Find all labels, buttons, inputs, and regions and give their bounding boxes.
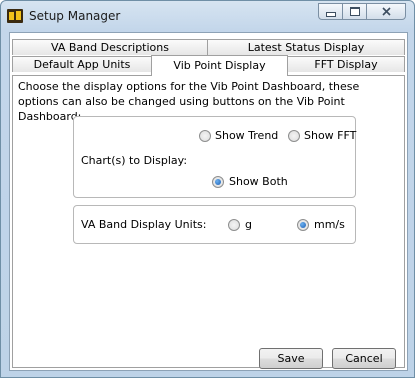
charts-to-display-label: Chart(s) to Display: — [81, 154, 188, 167]
show-fft-radio[interactable] — [288, 130, 300, 142]
units-mms-label[interactable]: mm/s — [314, 218, 345, 231]
units-mms-radio[interactable] — [297, 219, 309, 231]
show-trend-radio[interactable] — [199, 130, 211, 142]
window-title: Setup Manager — [29, 9, 121, 23]
minimize-icon — [325, 11, 336, 17]
cancel-button[interactable]: Cancel — [332, 348, 396, 369]
tab-latest-status-display[interactable]: Latest Status Display — [207, 39, 405, 55]
tab-fft-display[interactable]: FFT Display — [287, 56, 405, 72]
maximize-button[interactable] — [342, 3, 367, 20]
va-band-display-units-group: VA Band Display Units: g mm/s — [73, 205, 356, 244]
show-both-label[interactable]: Show Both — [229, 175, 288, 188]
va-band-display-units-label: VA Band Display Units: — [81, 218, 207, 231]
app-logo-icon — [7, 9, 23, 23]
dialog-client-area: VA Band Descriptions Latest Status Displ… — [9, 32, 408, 371]
maximize-icon — [349, 7, 360, 16]
charts-to-display-group: Show Trend Show FFT Chart(s) to Display:… — [73, 116, 356, 198]
close-button[interactable] — [366, 3, 406, 20]
tab-vib-point-display[interactable]: Vib Point Display — [151, 55, 288, 76]
units-g-radio[interactable] — [228, 219, 240, 231]
save-button[interactable]: Save — [259, 348, 323, 369]
minimize-button[interactable] — [318, 3, 343, 20]
show-trend-label[interactable]: Show Trend — [215, 129, 278, 142]
units-g-label[interactable]: g — [245, 218, 252, 231]
show-both-radio[interactable] — [212, 176, 224, 188]
caption-buttons — [318, 3, 406, 21]
tab-default-app-units[interactable]: Default App Units — [12, 56, 152, 72]
tab-va-band-descriptions[interactable]: VA Band Descriptions — [12, 39, 208, 55]
title-bar[interactable]: Setup Manager — [1, 1, 414, 31]
setup-manager-window: Setup Manager VA Band Descriptions Lates… — [0, 0, 415, 378]
close-icon — [381, 7, 391, 16]
show-fft-label[interactable]: Show FFT — [304, 129, 356, 142]
